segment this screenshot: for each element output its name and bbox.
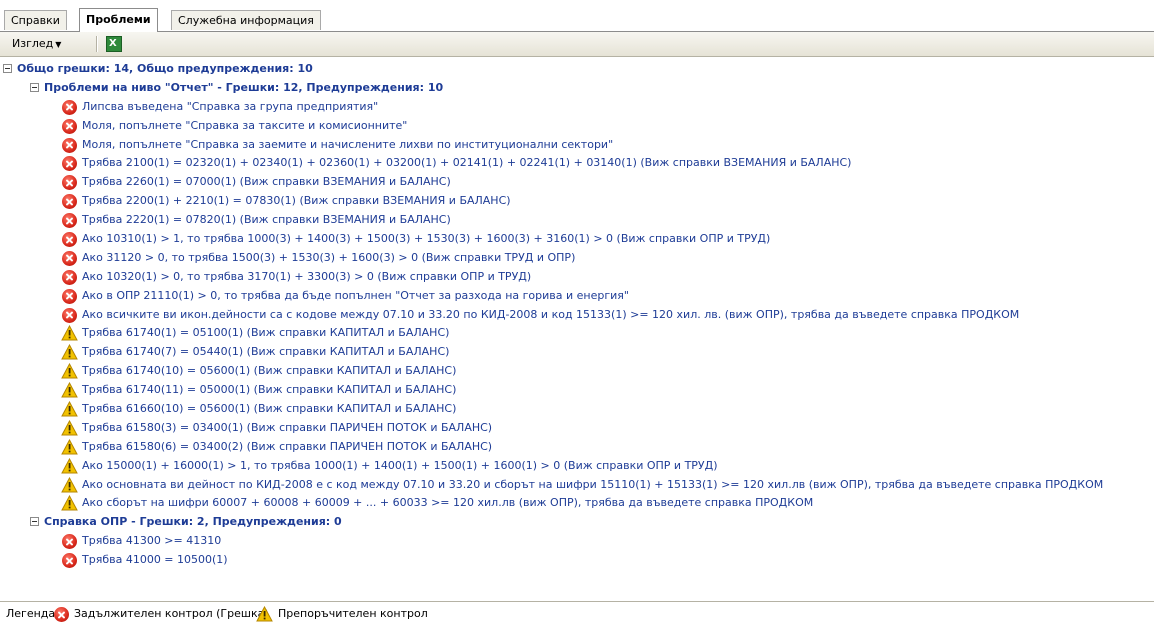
item-message: Ако 10320(1) > 0, то трябва 3170(1) + 33… [82, 269, 532, 283]
error-icon [62, 99, 77, 115]
collapse-toggle-icon[interactable] [30, 517, 39, 527]
item-message: Трябва 2260(1) = 07000(1) (Виж справки В… [82, 175, 451, 189]
error-item[interactable]: Ако всичките ви икон.дейности са с кодов… [0, 306, 1154, 325]
item-message: Трябва 61580(6) = 03400(2) (Виж справки … [82, 439, 493, 453]
error-item[interactable]: Трябва 41000 = 10500(1) [0, 551, 1154, 570]
error-icon [62, 213, 77, 229]
excel-export-icon[interactable]: X [106, 36, 122, 52]
error-icon [62, 175, 77, 191]
warning-icon [61, 325, 78, 341]
warning-item[interactable]: Ако 15000(1) + 16000(1) > 1, то трябва 1… [0, 457, 1154, 476]
tree-root-label: Общо грешки: 14, Общо предупреждения: 10 [17, 62, 313, 75]
collapse-toggle-icon[interactable] [30, 82, 39, 92]
tab-spravki[interactable]: Справки [4, 10, 67, 30]
error-icon [62, 194, 77, 210]
item-message: Трябва 61740(11) = 05000(1) (Виж справки… [82, 383, 457, 397]
legend-warning-label: Препоръчителен контрол [278, 607, 428, 620]
warning-icon [61, 363, 78, 379]
item-message: Трябва 2200(1) + 2210(1) = 07830(1) (Виж… [82, 194, 511, 208]
tree-group[interactable]: Справка ОПР - Грешки: 2, Предупреждения:… [0, 513, 1154, 532]
warning-icon [61, 495, 78, 511]
tree-group[interactable]: Проблеми на ниво "Отчет" - Грешки: 12, П… [0, 79, 1154, 98]
tree-root[interactable]: Общо грешки: 14, Общо предупреждения: 10 [0, 60, 1154, 79]
chevron-down-icon: ▼ [55, 40, 62, 49]
warning-icon [61, 476, 78, 493]
error-item[interactable]: Трябва 2220(1) = 07820(1) (Виж справки В… [0, 211, 1154, 230]
item-message: Трябва 41000 = 10500(1) [82, 553, 228, 567]
error-item[interactable]: Трябва 41300 >= 41310 [0, 532, 1154, 551]
error-icon [62, 118, 77, 134]
item-message: Ако 10310(1) > 1, то трябва 1000(3) + 14… [82, 232, 771, 246]
warning-item[interactable]: Трябва 61740(10) = 05600(1) (Виж справки… [0, 362, 1154, 381]
warning-item[interactable]: Трябва 61740(11) = 05000(1) (Виж справки… [0, 381, 1154, 400]
item-message: Трябва 61580(3) = 03400(1) (Виж справки … [82, 420, 493, 434]
item-message: Трябва 41300 >= 41310 [82, 534, 222, 548]
item-message: Ако в ОПР 21110(1) > 0, то трябва да бъд… [82, 288, 629, 302]
error-icon [62, 250, 77, 266]
warning-item[interactable]: Трябва 61660(10) = 05600(1) (Виж справки… [0, 400, 1154, 419]
item-message: Ако 31120 > 0, то трябва 1500(3) + 1530(… [82, 250, 576, 264]
warning-icon [61, 419, 78, 436]
error-icon [62, 232, 77, 248]
legend-error-label: Задължителен контрол (Грешка) [74, 607, 269, 620]
warning-item[interactable]: Трябва 61580(3) = 03400(1) (Виж справки … [0, 419, 1154, 438]
item-message: Липсва въведена "Справка за група предпр… [82, 99, 379, 113]
item-message: Моля, попълнете "Справка за заемите и на… [82, 137, 614, 151]
item-message: Моля, попълнете "Справка за таксите и ко… [82, 118, 408, 132]
collapse-toggle-icon[interactable] [3, 64, 12, 73]
error-item[interactable]: Моля, попълнете "Справка за таксите и ко… [0, 117, 1154, 136]
error-icon [62, 307, 77, 323]
item-message: Трябва 61740(10) = 05600(1) (Виж справки… [82, 364, 457, 378]
tab-sluzhebna-informatsia[interactable]: Служебна информация [171, 10, 321, 30]
problems-tree: Общо грешки: 14, Общо предупреждения: 10… [0, 60, 1154, 601]
item-message: Трябва 61740(7) = 05440(1) (Виж справки … [82, 345, 450, 359]
warning-icon [61, 457, 78, 474]
view-menu-label: Изглед [12, 37, 54, 50]
error-item[interactable]: Ако 10310(1) > 1, то трябва 1000(3) + 14… [0, 230, 1154, 249]
warning-item[interactable]: Ако сборът на шифри 60007 + 60008 + 6000… [0, 494, 1154, 513]
item-message: Трябва 61660(10) = 05600(1) (Виж справки… [82, 402, 457, 416]
tab-bar: Справки Проблеми Служебна информация [0, 0, 1154, 34]
tree-group-label: Справка ОПР - Грешки: 2, Предупреждения:… [44, 515, 342, 529]
legend-bar: Легенда: Задължителен контрол (Грешка) П… [0, 601, 1154, 626]
warning-icon [61, 438, 78, 455]
error-icon [62, 553, 77, 569]
warning-icon [61, 382, 78, 398]
warning-icon [256, 606, 273, 622]
tab-problemi[interactable]: Проблеми [79, 8, 158, 32]
error-item[interactable]: Липсва въведена "Справка за група предпр… [0, 98, 1154, 117]
item-message: Ако сборът на шифри 60007 + 60008 + 6000… [82, 496, 814, 510]
error-icon [54, 607, 69, 622]
error-icon [62, 156, 77, 172]
warning-item[interactable]: Трябва 61580(6) = 03400(2) (Виж справки … [0, 438, 1154, 457]
item-message: Трябва 61740(1) = 05100(1) (Виж справки … [82, 326, 450, 340]
tree-group-label: Проблеми на ниво "Отчет" - Грешки: 12, П… [44, 80, 444, 94]
item-message: Трябва 2100(1) = 02320(1) + 02340(1) + 0… [82, 156, 852, 170]
warning-item[interactable]: Ако основната ви дейност по КИД-2008 е с… [0, 476, 1154, 495]
error-icon [62, 269, 77, 285]
error-icon [62, 534, 77, 550]
error-item[interactable]: Ако 31120 > 0, то трябва 1500(3) + 1530(… [0, 249, 1154, 268]
error-item[interactable]: Трябва 2260(1) = 07000(1) (Виж справки В… [0, 173, 1154, 192]
error-item[interactable]: Ако в ОПР 21110(1) > 0, то трябва да бъд… [0, 287, 1154, 306]
item-message: Ако 15000(1) + 16000(1) > 1, то трябва 1… [82, 458, 718, 472]
legend-label: Легенда: [6, 607, 59, 620]
error-icon [62, 288, 77, 304]
toolbar: Изглед ▼ X [0, 32, 1154, 57]
error-item[interactable]: Моля, попълнете "Справка за заемите и на… [0, 136, 1154, 155]
item-message: Ако всичките ви икон.дейности са с кодов… [82, 307, 1020, 321]
item-message: Трябва 2220(1) = 07820(1) (Виж справки В… [82, 213, 451, 227]
toolbar-separator [96, 36, 97, 52]
warning-icon [61, 401, 78, 417]
item-message: Ако основната ви дейност по КИД-2008 е с… [82, 477, 1104, 491]
warning-item[interactable]: Трябва 61740(7) = 05440(1) (Виж справки … [0, 343, 1154, 362]
error-icon [62, 137, 77, 153]
error-item[interactable]: Трябва 2200(1) + 2210(1) = 07830(1) (Виж… [0, 192, 1154, 211]
warning-item[interactable]: Трябва 61740(1) = 05100(1) (Виж справки … [0, 324, 1154, 343]
warning-icon [61, 344, 78, 360]
error-item[interactable]: Ако 10320(1) > 0, то трябва 3170(1) + 33… [0, 268, 1154, 287]
view-menu-button[interactable]: Изглед ▼ [6, 35, 67, 52]
error-item[interactable]: Трябва 2100(1) = 02320(1) + 02340(1) + 0… [0, 154, 1154, 173]
